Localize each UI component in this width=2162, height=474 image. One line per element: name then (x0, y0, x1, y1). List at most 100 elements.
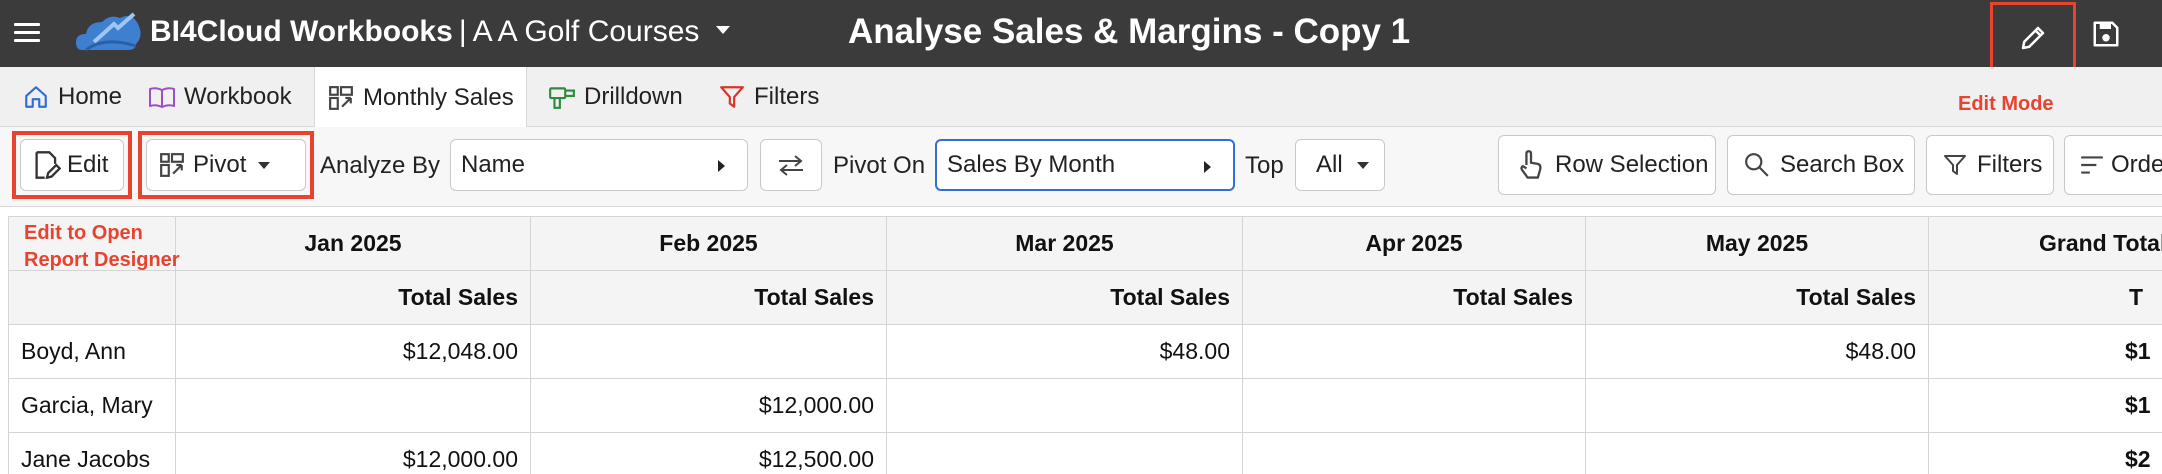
pointer-hand-icon (1520, 150, 1542, 179)
edit-button[interactable]: Edit (20, 139, 124, 191)
row-name: Jane Jacobs (8, 432, 176, 474)
brand-separator: | (458, 15, 467, 48)
row-selection-label: Row Selection (1555, 151, 1709, 178)
edit-hint-line: Report Designer (24, 249, 180, 271)
app-header: BI4Cloud Workbooks | A A Golf Courses Anal… (0, 0, 2162, 74)
save-button[interactable] (2088, 16, 2124, 52)
table-row[interactable]: Boyd, Ann $12,048.00 $48.00 $48.00 $1 (8, 324, 2162, 379)
hamburger-icon[interactable] (14, 18, 44, 48)
company-dropdown-icon[interactable] (716, 26, 730, 34)
value-cell: $12,500.00 (530, 432, 887, 474)
value-cell (1585, 432, 1929, 474)
pivot-on-select[interactable]: Sales By Month (935, 139, 1235, 191)
order-label: Order (2111, 151, 2162, 178)
home-icon (22, 83, 50, 111)
top-label: Top (1245, 152, 1284, 179)
top-select[interactable]: All (1295, 139, 1385, 191)
toolbar: Edit Pivot Analyze By Name Pivot On Sale… (0, 127, 2162, 207)
row-name: Garcia, Mary (8, 378, 176, 433)
tab-filters[interactable]: Filters (718, 67, 819, 127)
analyze-by-label: Analyze By (320, 152, 441, 179)
value-cell (886, 378, 1243, 433)
pivot-grid: Jan 2025 Feb 2025 Mar 2025 Apr 2025 May … (8, 216, 2162, 474)
filters-button[interactable]: Filters (1926, 135, 2054, 195)
grand-total-header[interactable]: Grand Total (1928, 216, 2162, 271)
value-cell (1242, 378, 1586, 433)
tab-label: Home (58, 83, 123, 110)
month-header[interactable]: Feb 2025 (530, 216, 887, 271)
tab-label: Monthly Sales (363, 83, 514, 111)
app-name: BI4Cloud Workbooks (150, 15, 453, 48)
swap-button[interactable] (760, 139, 822, 191)
value-cell (175, 378, 531, 433)
table-row[interactable]: Garcia, Mary $12,000.00 $1 (8, 378, 2162, 433)
search-box-button[interactable]: Search Box (1727, 135, 1915, 195)
measure-header[interactable]: Total Sales (175, 270, 531, 325)
edit-hint-line: Edit to Open (24, 222, 143, 244)
tab-monthly-sales[interactable]: Monthly Sales (314, 67, 527, 128)
month-header-row: Jan 2025 Feb 2025 Mar 2025 Apr 2025 May … (8, 216, 2162, 271)
measure-header-row: Total Sales Total Sales Total Sales Tota… (8, 270, 2162, 325)
value-cell (886, 432, 1243, 474)
tab-workbook[interactable]: Workbook (148, 67, 292, 127)
brand-title: BI4Cloud Workbooks | A A Golf Courses (150, 13, 699, 51)
value-cell (1242, 432, 1586, 474)
order-button[interactable]: Order (2064, 135, 2162, 195)
value-cell (1585, 378, 1929, 433)
drill-icon (548, 83, 576, 111)
tab-drilldown[interactable]: Drilldown (548, 67, 683, 127)
measure-header[interactable]: Total Sales (886, 270, 1243, 325)
measure-header[interactable]: Total Sales (1585, 270, 1929, 325)
analyze-by-select[interactable]: Name (450, 139, 748, 191)
caret-down-icon (258, 161, 271, 169)
chevron-right-icon (718, 160, 725, 172)
pivot-icon (327, 84, 355, 112)
pivot-label: Pivot (193, 151, 247, 178)
caret-down-icon (1356, 161, 1369, 169)
value-cell: $12,000.00 (530, 378, 887, 433)
edit-mode-button[interactable] (1990, 2, 2076, 74)
swap-arrows-icon (779, 155, 803, 176)
sort-lines-icon (2081, 156, 2103, 174)
value-cell: $12,048.00 (175, 324, 531, 379)
corner-cell (8, 270, 176, 325)
page-title: Analyse Sales & Margins - Copy 1 (848, 12, 1411, 51)
pivot-on-value: Sales By Month (947, 151, 1116, 178)
pivot-on-label: Pivot On (833, 152, 926, 179)
search-box-label: Search Box (1780, 151, 1905, 178)
table-row[interactable]: Jane Jacobs $12,000.00 $12,500.00 $2 (8, 432, 2162, 474)
row-selection-button[interactable]: Row Selection (1498, 135, 1716, 195)
company-name[interactable]: A A Golf Courses (473, 15, 700, 48)
filters-label: Filters (1977, 151, 2043, 178)
edit-document-icon (35, 151, 61, 180)
book-icon (148, 83, 176, 111)
cloud-logo (76, 12, 141, 52)
tab-bar: Home Workbook Monthly Sales Drilldown Fi… (0, 67, 2162, 128)
top-value: All (1316, 151, 1343, 178)
pivot-button[interactable]: Pivot (146, 139, 306, 191)
edit-hint-annotation: Edit to Open Report Designer (24, 220, 180, 274)
month-header[interactable]: Mar 2025 (886, 216, 1243, 271)
total-cell: $2 (1928, 432, 2162, 474)
month-header[interactable]: May 2025 (1585, 216, 1929, 271)
value-cell: $48.00 (1585, 324, 1929, 379)
pivot-icon (160, 153, 184, 177)
total-cell: $1 (1928, 378, 2162, 433)
total-cell: $1 (1928, 324, 2162, 379)
chevron-right-icon (1204, 161, 1211, 173)
edit-label: Edit (67, 151, 109, 178)
analyze-by-value: Name (461, 151, 526, 178)
save-icon (2093, 21, 2119, 47)
measure-header[interactable]: Total Sales (530, 270, 887, 325)
measure-header[interactable]: T (1928, 270, 2162, 325)
value-cell: $48.00 (886, 324, 1243, 379)
tab-home[interactable]: Home (22, 67, 122, 127)
month-header[interactable]: Apr 2025 (1242, 216, 1586, 271)
tab-label: Drilldown (584, 83, 683, 110)
value-cell (530, 324, 887, 379)
filter-icon (718, 83, 746, 111)
pencil-icon (2021, 26, 2045, 50)
value-cell (1242, 324, 1586, 379)
month-header[interactable]: Jan 2025 (175, 216, 531, 271)
measure-header[interactable]: Total Sales (1242, 270, 1586, 325)
